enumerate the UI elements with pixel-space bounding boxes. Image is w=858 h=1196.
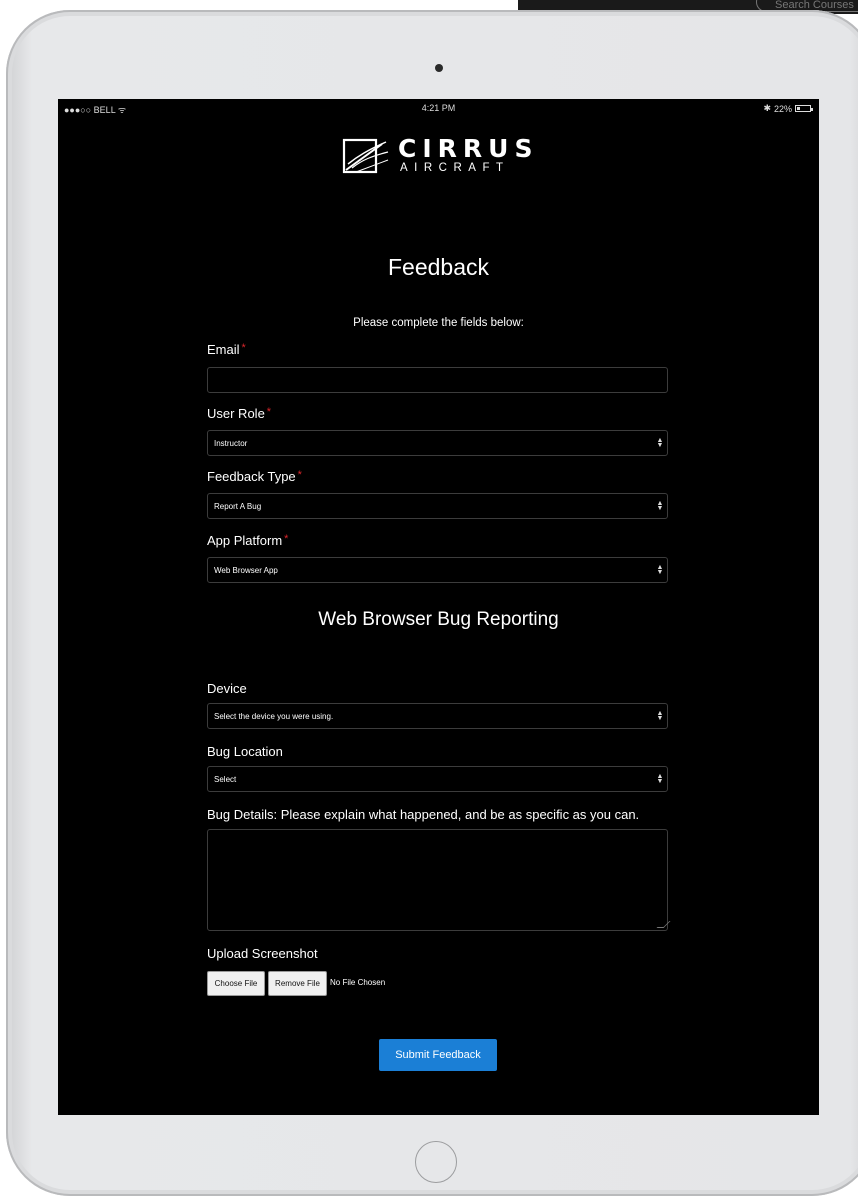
device-label: Device	[207, 681, 247, 696]
bug-location-value: Select	[214, 774, 237, 784]
section-title: Web Browser Bug Reporting	[318, 609, 559, 630]
status-bar: ●●●○○ BELL ᯤ 4:21 PM ✱ 22%	[58, 99, 819, 117]
app-platform-select[interactable]: Web Browser App ▲ ▼	[207, 557, 668, 583]
bug-location-label: Bug Location	[207, 744, 283, 759]
feedback-type-label: Feedback Type *	[207, 469, 302, 484]
device-value: Select the device you were using.	[214, 711, 334, 721]
battery-status: ✱ 22%	[763, 103, 813, 114]
bluetooth-icon: ✱	[763, 103, 771, 113]
cirrus-logo: CIRRUS AIRCRAFT	[342, 134, 542, 180]
user-role-label: User Role *	[207, 406, 271, 421]
app-platform-label-text: App Platform	[207, 533, 283, 548]
page-subtitle: Please complete the fields below:	[353, 317, 524, 329]
select-arrows-icon: ▲ ▼	[656, 500, 664, 512]
bug-details-textarea[interactable]	[207, 829, 668, 931]
feedback-type-label-text: Feedback Type	[207, 469, 296, 484]
required-marker: *	[241, 342, 246, 354]
page-title: Feedback	[387, 254, 489, 280]
submit-feedback-button[interactable]: Submit Feedback	[379, 1039, 497, 1071]
status-time: 4:21 PM	[421, 103, 456, 113]
battery-level-fill	[797, 107, 800, 110]
brand-name: CIRRUS	[398, 134, 539, 163]
file-status: No File Chosen	[330, 978, 386, 987]
bug-location-select[interactable]: Select ▲ ▼	[207, 766, 668, 792]
email-label-text: Email	[207, 342, 240, 357]
device-select[interactable]: Select the device you were using. ▲ ▼	[207, 703, 668, 729]
remove-file-button[interactable]: Remove File	[268, 971, 327, 996]
user-role-select[interactable]: Instructor ▲ ▼	[207, 430, 668, 456]
home-button[interactable]	[415, 1141, 457, 1183]
user-role-label-text: User Role	[207, 406, 265, 421]
brand-subname: AIRCRAFT	[400, 162, 510, 174]
required-marker: *	[284, 533, 289, 545]
app-platform-value: Web Browser App	[214, 565, 278, 575]
battery-percent: 22%	[773, 103, 792, 114]
battery-icon	[795, 105, 813, 112]
select-arrows-icon: ▲ ▼	[656, 773, 664, 785]
email-label: Email *	[207, 342, 246, 357]
cirrus-emblem-icon	[342, 138, 389, 174]
select-arrows-icon: ▲ ▼	[656, 710, 664, 722]
select-arrows-icon: ▲ ▼	[656, 564, 664, 576]
feedback-type-value: Report A Bug	[214, 501, 262, 511]
user-role-value: Instructor	[214, 438, 248, 448]
choose-file-button[interactable]: Choose File	[207, 971, 265, 996]
feedback-type-select[interactable]: Report A Bug ▲ ▼	[207, 493, 668, 519]
bug-details-label: Bug Details: Please explain what happene…	[207, 807, 640, 822]
app-platform-label: App Platform *	[207, 533, 288, 548]
tablet-screen: ●●●○○ BELL ᯤ 4:21 PM ✱ 22% CIRRUS AIRCRA…	[58, 99, 819, 1115]
required-marker: *	[297, 469, 302, 481]
email-field[interactable]	[207, 367, 668, 393]
select-arrows-icon: ▲ ▼	[656, 437, 664, 449]
front-camera-icon	[435, 64, 443, 72]
upload-label: Upload Screenshot	[207, 946, 318, 961]
required-marker: *	[266, 406, 272, 418]
